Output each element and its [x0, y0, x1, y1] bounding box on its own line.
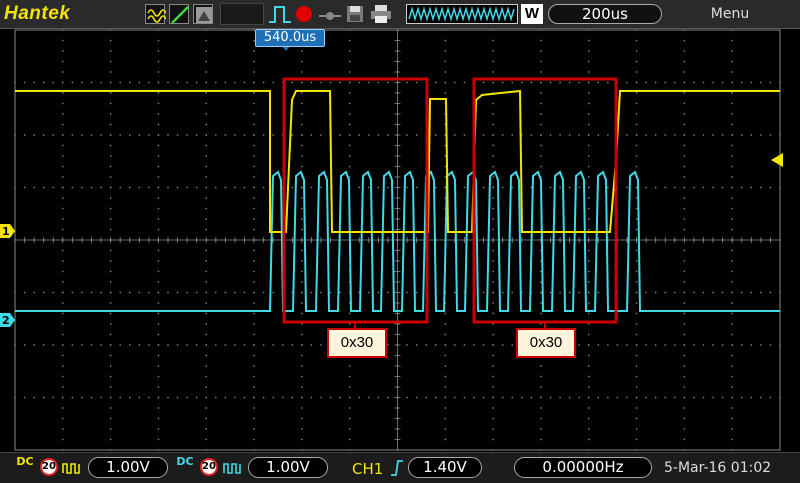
ch1-coupling[interactable]: DC [16, 456, 34, 467]
ch1-marker-label: 1 [2, 225, 10, 238]
annotation-label-1: 0x30 [327, 328, 387, 358]
trigger-source[interactable]: CH1 [352, 460, 383, 478]
scope-display: 1 2 [0, 29, 783, 451]
trigger-frequency: 0.00000Hz [514, 457, 652, 478]
ch2-coupling[interactable]: DC [176, 456, 194, 467]
ch1-volts-per-div[interactable]: 1.00V [88, 457, 168, 478]
ch2-marker-label: 2 [2, 314, 10, 327]
ch2-invert-icon[interactable] [223, 461, 243, 475]
ch1-invert-icon[interactable] [62, 461, 82, 475]
annotation-label-2: 0x30 [516, 328, 576, 358]
ch2-volts-per-div[interactable]: 1.00V [248, 457, 328, 478]
trigger-level[interactable]: 1.40V [408, 457, 482, 478]
ch1-bandwidth-limit[interactable]: 20 [40, 458, 58, 476]
rising-edge-icon[interactable] [390, 459, 404, 477]
ch2-bandwidth-limit[interactable]: 20 [200, 458, 218, 476]
datetime-readout: 5-Mar-16 01:02 [664, 460, 772, 476]
bottom-status-bar: DC 20 1.00V DC 20 1.00V CH1 1.40V 0.0000… [0, 452, 800, 483]
trigger-position-readout: 540.0us [255, 29, 325, 47]
